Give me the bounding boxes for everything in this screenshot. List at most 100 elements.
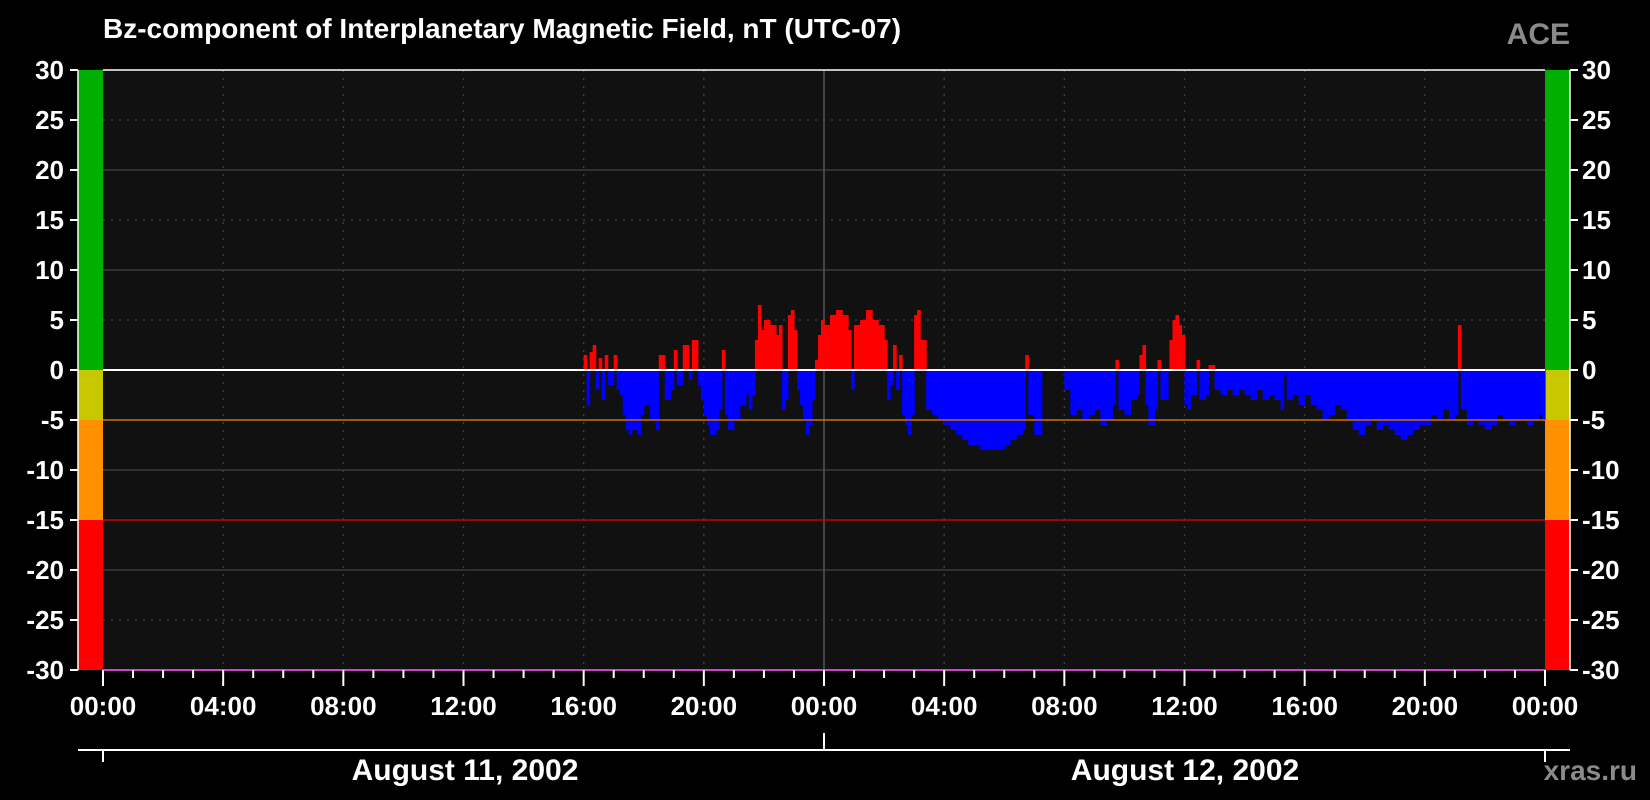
x-axis: 00:00 04:00 08:00 12:00 16:00 20:00 00:00 04:00… [70, 670, 1578, 721]
data-bar [1412, 370, 1420, 430]
data-bar [974, 370, 981, 445]
data-bar [1100, 370, 1107, 425]
data-bar [1190, 370, 1198, 395]
data-bar [811, 370, 816, 400]
data-bar [932, 370, 939, 415]
y-tick-label: -25 [26, 605, 64, 635]
date-label-day2: August 12, 2002 [1071, 754, 1299, 787]
data-bar [1478, 370, 1486, 425]
y-tick-label: 30 [1582, 55, 1611, 85]
data-bar [655, 370, 660, 430]
data-bar [643, 370, 651, 405]
data-bar [848, 330, 852, 370]
data-bar [1292, 370, 1300, 395]
x-tick-label: 20:00 [671, 691, 738, 721]
data-bar [980, 370, 987, 450]
y-tick-label: 5 [50, 305, 64, 335]
data-bar [1484, 370, 1492, 430]
data-bar [598, 358, 603, 370]
y-tick-label: 25 [35, 105, 64, 135]
data-bar [664, 370, 672, 400]
data-bar [1406, 370, 1414, 435]
data-bar [1214, 370, 1222, 390]
data-bar [733, 370, 741, 420]
data-bar [1466, 370, 1474, 425]
y-tick-label: 0 [1582, 355, 1596, 385]
data-bar [1502, 370, 1510, 420]
y-axis-left: 30 25 20 15 10 5 0 -5 -10 -15 -20 -25 -30 [26, 55, 79, 685]
data-bar [1508, 370, 1516, 425]
data-bar [1490, 370, 1498, 425]
data-bar [986, 370, 993, 450]
data-bar [920, 340, 927, 370]
y-tick-label: -25 [1582, 605, 1620, 635]
data-bar [836, 310, 843, 370]
data-bar [682, 345, 690, 370]
band-left-green [78, 70, 103, 370]
y-tick-label: -15 [1582, 505, 1620, 535]
data-bar [1448, 370, 1456, 420]
data-bar [1148, 370, 1156, 425]
x-tick-label: 16:00 [1271, 691, 1338, 721]
data-bar [769, 325, 777, 370]
data-bar [1076, 370, 1083, 410]
data-bar [595, 370, 600, 390]
data-bar [842, 315, 849, 370]
data-bar [944, 370, 951, 425]
data-bar [691, 340, 699, 370]
data-bar [1346, 370, 1354, 420]
data-bar [1340, 370, 1348, 410]
data-bar [938, 370, 945, 420]
data-bar [670, 370, 675, 390]
data-bar [709, 370, 717, 435]
data-bar [824, 325, 831, 370]
data-bar [998, 370, 1005, 450]
data-bar [1286, 370, 1294, 400]
data-bar [658, 355, 666, 370]
data-bar [854, 325, 861, 370]
data-bar [1136, 370, 1141, 395]
band-left-red [78, 520, 103, 670]
y-tick-label: -30 [26, 655, 64, 685]
y-tick-label: 20 [35, 155, 64, 185]
data-bar [751, 370, 756, 395]
data-bar [784, 370, 789, 400]
x-tick-label: 12:00 [430, 691, 497, 721]
y-tick-label: -5 [1582, 405, 1605, 435]
band-right-red [1545, 520, 1570, 670]
data-bar [1022, 370, 1026, 430]
data-bar [956, 370, 963, 435]
data-bar [1526, 370, 1534, 425]
data-bar [1004, 370, 1011, 445]
chart-title: Bz-component of Interplanetary Magnetic … [103, 13, 901, 44]
data-bar [727, 370, 735, 430]
data-bar [1115, 360, 1120, 370]
y-tick-label: 10 [1582, 255, 1611, 285]
data-bar [1106, 370, 1113, 420]
data-bar [1070, 370, 1077, 415]
credit-label: xras.ru [1544, 755, 1637, 786]
band-right-green [1545, 70, 1570, 370]
data-bar [613, 355, 618, 370]
x-tick-label: 04:00 [911, 691, 978, 721]
data-bar [688, 370, 693, 380]
y-tick-label: 0 [50, 355, 64, 385]
data-bar [1226, 370, 1234, 390]
date-label-day1: August 11, 2002 [352, 754, 579, 787]
data-bar [890, 370, 894, 385]
data-bar [1541, 370, 1546, 420]
data-bar [893, 345, 897, 370]
data-bar [1364, 370, 1372, 425]
data-bar [739, 370, 747, 405]
data-bar [586, 370, 591, 405]
data-bar [1400, 370, 1408, 440]
data-bar [1430, 370, 1438, 415]
y-tick-label: 20 [1582, 155, 1611, 185]
data-bar [721, 350, 726, 370]
data-bar [962, 370, 969, 440]
x-tick-label: 20:00 [1392, 691, 1459, 721]
y-tick-label: 5 [1582, 305, 1596, 335]
data-bar [926, 370, 933, 410]
data-bar [950, 370, 957, 430]
band-right-orange [1545, 420, 1570, 520]
